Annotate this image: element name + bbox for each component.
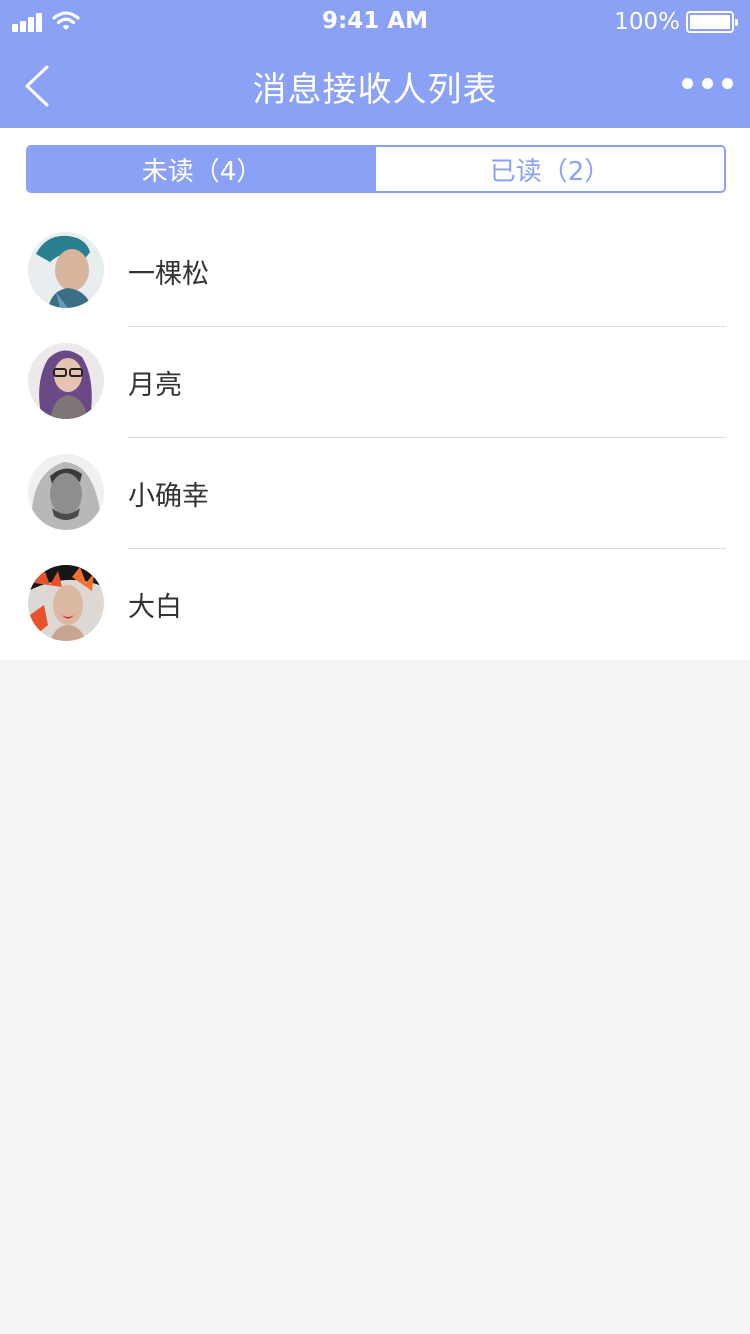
page-title: 消息接收人列表	[252, 70, 498, 110]
more-dots-icon	[682, 78, 693, 89]
read-status-segmented-control: 未读（4） 已读（2）	[26, 145, 726, 193]
list-item[interactable]: 大白	[0, 549, 750, 660]
tab-unread[interactable]: 未读（4）	[28, 147, 376, 191]
list-item[interactable]: 月亮	[0, 327, 750, 438]
battery-icon	[686, 11, 738, 33]
header-bar: 9:41 AM 100% 消息接收人列表	[0, 0, 750, 128]
recipient-name: 一棵松	[128, 259, 209, 290]
recipient-name: 大白	[128, 592, 182, 623]
avatar	[28, 232, 104, 308]
recipient-name: 月亮	[128, 370, 182, 401]
status-bar: 9:41 AM 100%	[0, 0, 750, 44]
list-item[interactable]: 小确幸	[0, 438, 750, 549]
more-options-button[interactable]	[682, 70, 734, 98]
tab-read[interactable]: 已读（2）	[376, 147, 724, 191]
avatar	[28, 454, 104, 530]
list-item[interactable]: 一棵松	[0, 216, 750, 327]
avatar	[28, 343, 104, 419]
recipient-panel: 未读（4） 已读（2） 一棵松 月亮 小确幸 大白	[0, 128, 750, 660]
recipient-list: 一棵松 月亮 小确幸 大白	[0, 216, 750, 660]
recipient-name: 小确幸	[128, 481, 209, 512]
battery-percentage: 100%	[614, 9, 680, 35]
nav-bar: 消息接收人列表	[0, 44, 750, 128]
avatar	[28, 565, 104, 641]
